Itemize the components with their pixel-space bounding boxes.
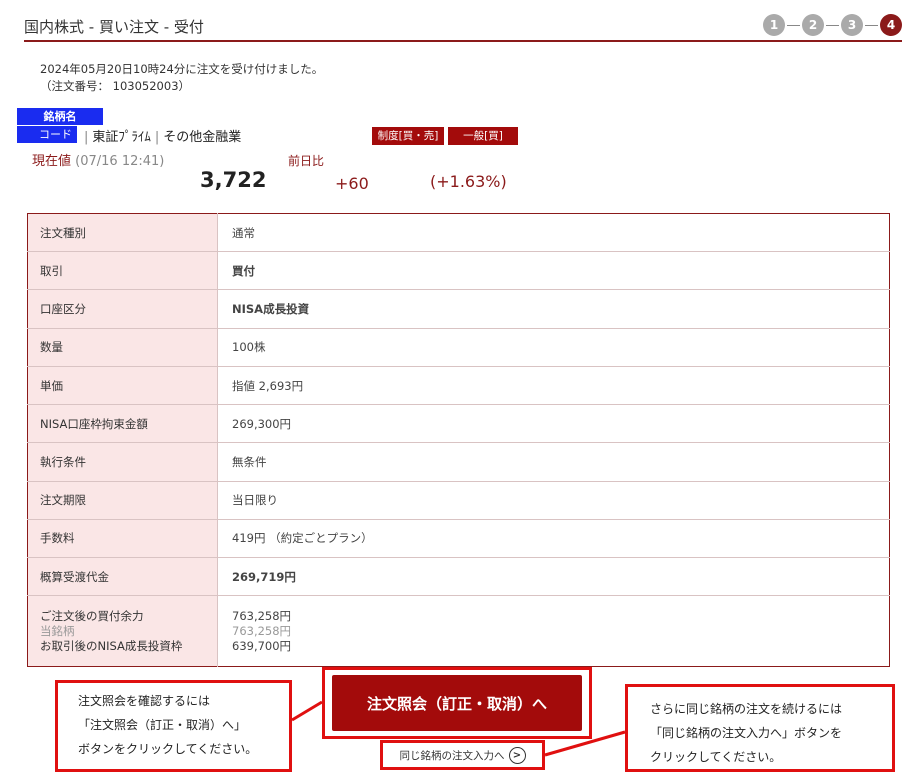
buying-power-label: ご注文後の買付余力 <box>40 608 144 623</box>
page-title: 国内株式 - 買い注文 - 受付 <box>24 18 204 36</box>
step-connector <box>865 24 878 26</box>
same-stock-callout: さらに同じ銘柄の注文を続けるには 「同じ銘柄の注文入力へ」ボタンを クリックして… <box>625 684 895 772</box>
page-header: 国内株式 - 買い注文 - 受付 1 2 3 4 <box>24 14 902 42</box>
step-connector <box>787 24 800 26</box>
table-row: 執行条件 無条件 <box>27 442 890 482</box>
row-label: NISA口座枠拘束金額 <box>27 404 218 444</box>
row-label: 執行条件 <box>27 442 218 482</box>
price-timestamp: (07/16 12:41) <box>75 154 165 169</box>
row-label: 手数料 <box>27 519 218 559</box>
table-row: 概算受渡代金 269,719円 <box>27 557 890 597</box>
order-inquiry-button[interactable]: 注文照会（訂正・取消）へ <box>332 675 582 731</box>
row-value: 通常 <box>217 213 890 253</box>
callout-line: ボタンをクリックしてください。 <box>78 742 258 756</box>
chevron-right-icon: > <box>508 746 526 764</box>
order-number: （注文番号： 103052003） <box>40 79 191 93</box>
order-details-table: 注文種別 通常 取引 買付 口座区分 NISA成長投資 数量 100株 単価 指値 2,6… <box>27 213 890 667</box>
step-1: 1 <box>763 14 785 36</box>
stock-code-badge: コード <box>17 126 77 143</box>
table-row: 口座区分 NISA成長投資 <box>27 289 890 329</box>
table-row: 注文種別 通常 <box>27 213 890 253</box>
buying-power-value: 763,258円 <box>232 608 292 623</box>
general-tag: 一般[買] <box>448 127 518 145</box>
change-label: 前日比 <box>288 154 325 168</box>
row-value: 買付 <box>217 251 890 291</box>
row-label: 単価 <box>27 366 218 406</box>
same-stock-order-link[interactable]: 同じ銘柄の注文入力へ > <box>385 744 540 766</box>
callout-line: さらに同じ銘柄の注文を続けるには <box>650 702 843 716</box>
row-label: 口座区分 <box>27 289 218 329</box>
row-label: 注文期限 <box>27 481 218 520</box>
inquiry-callout: 注文照会を確認するには 「注文照会（訂正・取消）へ」 ボタンをクリックしてくださ… <box>55 680 292 772</box>
row-label: 数量 <box>27 328 218 367</box>
nisa-quota-value: 639,700円 <box>232 638 292 653</box>
this-stock-value: 763,258円 <box>232 623 292 638</box>
this-stock-label: 当銘柄 <box>40 623 75 638</box>
callout-line: 「同じ銘柄の注文入力へ」ボタンを <box>650 726 843 740</box>
row-label: 注文種別 <box>27 213 218 253</box>
table-row: 単価 指値 2,693円 <box>27 366 890 406</box>
divider: | <box>84 130 89 145</box>
step-3: 3 <box>841 14 863 36</box>
row-label: ご注文後の買付余力 当銘柄 お取引後のNISA成長投資枠 <box>27 595 218 667</box>
row-value: 100株 <box>217 328 890 367</box>
table-row: 手数料 419円 （約定ごとプラン） <box>27 519 890 559</box>
price-label-text: 現在値 <box>32 154 72 169</box>
step-4-current: 4 <box>880 14 902 36</box>
market-info: | 東証ﾌﾟﾗｲﾑ | その他金融業 <box>80 126 241 145</box>
step-indicator: 1 2 3 4 <box>763 14 902 36</box>
acceptance-message: 2024年05月20日10時24分に注文を受け付けました。 （注文番号： 103… <box>40 61 323 95</box>
divider: | <box>154 130 160 145</box>
margin-tag: 制度[買・売] <box>372 127 444 145</box>
price-change-percent: (+1.63%) <box>430 172 507 191</box>
row-value: 269,300円 <box>217 404 890 444</box>
row-value: 269,719円 <box>217 557 890 597</box>
callout-line: 「注文照会（訂正・取消）へ」 <box>78 718 247 732</box>
market-name: 東証ﾌﾟﾗｲﾑ <box>92 130 151 145</box>
row-value: 419円 （約定ごとプラン） <box>217 519 890 559</box>
table-row: 取引 買付 <box>27 251 890 291</box>
table-row: 数量 100株 <box>27 328 890 367</box>
step-connector <box>826 24 839 26</box>
stock-name-badge: 銘柄名 <box>17 108 103 125</box>
row-label: 概算受渡代金 <box>27 557 218 597</box>
row-label: 取引 <box>27 251 218 291</box>
row-value: 当日限り <box>217 481 890 520</box>
row-value: 763,258円 763,258円 639,700円 <box>218 596 890 667</box>
table-row: ご注文後の買付余力 当銘柄 お取引後のNISA成長投資枠 763,258円 76… <box>27 595 890 667</box>
accepted-datetime: 2024年05月20日10時24分に注文を受け付けました。 <box>40 62 324 76</box>
callout-line: クリックしてください。 <box>650 750 782 764</box>
same-stock-label: 同じ銘柄の注文入力へ <box>399 749 505 762</box>
table-row: NISA口座枠拘束金額 269,300円 <box>27 404 890 444</box>
order-accepted-page: 国内株式 - 買い注文 - 受付 1 2 3 4 2024年05月20日10時2… <box>0 0 915 783</box>
row-value: 指値 2,693円 <box>217 366 890 406</box>
row-value: 無条件 <box>217 442 890 482</box>
table-row: 注文期限 当日限り <box>27 481 890 520</box>
price-change: +60 <box>335 174 369 193</box>
row-value: NISA成長投資 <box>217 289 890 329</box>
current-price: 3,722 <box>200 168 267 192</box>
step-2: 2 <box>802 14 824 36</box>
current-price-label: 現在値 (07/16 12:41) <box>32 150 164 169</box>
callout-line: 注文照会を確認するには <box>78 694 211 708</box>
sector-name: その他金融業 <box>163 130 242 145</box>
nisa-quota-label: お取引後のNISA成長投資枠 <box>40 638 183 653</box>
